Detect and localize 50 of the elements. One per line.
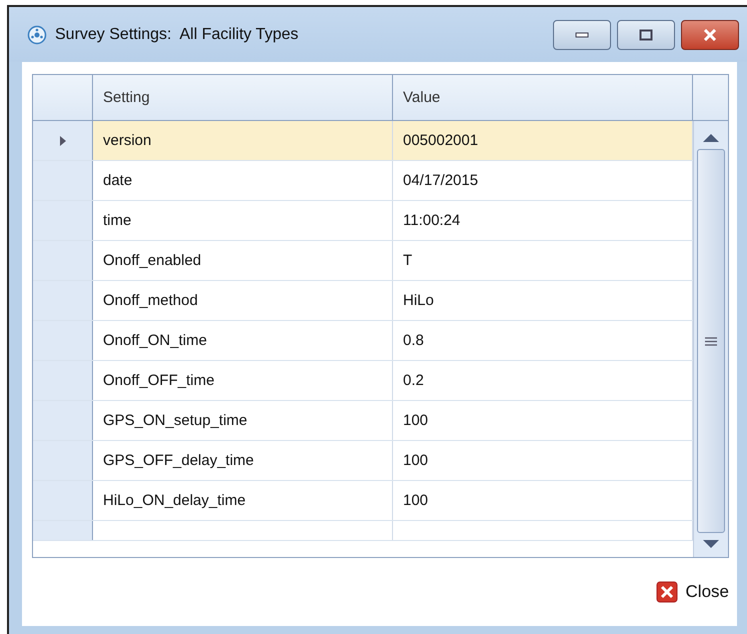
table-row[interactable]: version 005002001 <box>33 121 693 161</box>
table-row[interactable]: date 04/17/2015 <box>33 161 693 201</box>
vertical-scrollbar[interactable] <box>693 121 728 557</box>
maximize-button[interactable] <box>617 20 675 50</box>
table-cell: Onoff_method <box>93 281 393 320</box>
maximize-icon <box>639 28 653 40</box>
column-header[interactable]: Setting <box>93 75 393 120</box>
table-cell: GPS_ON_setup_time <box>93 401 393 440</box>
row-header[interactable] <box>33 321 93 360</box>
row-header[interactable] <box>33 241 93 280</box>
row-header[interactable] <box>33 481 93 520</box>
row-header[interactable] <box>33 201 93 240</box>
table-cell: time <box>93 201 393 240</box>
table-row[interactable]: Onoff_method HiLo <box>33 281 693 321</box>
table-cell: date <box>93 161 393 200</box>
table-row[interactable]: time 11:00:24 <box>33 201 693 241</box>
app-icon <box>27 24 47 44</box>
table-row[interactable]: HiLo_ON_delay_time 100 <box>33 481 693 521</box>
column-header[interactable]: Value <box>393 75 693 120</box>
table-cell: GPS_OFF_delay_time <box>93 441 393 480</box>
current-row-icon <box>60 136 66 146</box>
partial-table-row[interactable] <box>33 521 693 541</box>
table-row[interactable]: GPS_OFF_delay_time 100 <box>33 441 693 481</box>
row-header[interactable] <box>33 121 93 160</box>
close-window-button[interactable] <box>681 20 739 50</box>
grip-icon <box>705 336 717 346</box>
scroll-down-icon[interactable] <box>703 539 719 549</box>
table-cell: Onoff_enabled <box>93 241 393 280</box>
row-header[interactable] <box>33 281 93 320</box>
close-button[interactable]: Close <box>656 579 729 605</box>
table-cell: HiLo_ON_delay_time <box>93 481 393 520</box>
row-header[interactable] <box>33 441 93 480</box>
table-row[interactable]: GPS_ON_setup_time 100 <box>33 401 693 441</box>
table-row[interactable]: Onoff_OFF_time 0.2 <box>33 361 693 401</box>
row-header[interactable] <box>33 401 93 440</box>
window-title: Survey Settings: All Facility Types <box>55 26 300 44</box>
minimize-button[interactable] <box>553 20 611 50</box>
row-header[interactable] <box>33 361 93 400</box>
minimize-icon <box>575 32 589 38</box>
close-icon <box>656 581 678 603</box>
table-cell: Onoff_ON_time <box>93 321 393 360</box>
table-row[interactable]: Onoff_ON_time 0.8 <box>33 321 693 361</box>
table-row[interactable]: Onoff_enabled T <box>33 241 693 281</box>
scroll-up-icon[interactable] <box>703 133 719 143</box>
close-icon <box>703 28 717 40</box>
table-cell: 005002001 <box>393 121 693 160</box>
scroll-thumb[interactable] <box>697 149 725 533</box>
table-cell: version <box>93 121 393 160</box>
table-cell: Onoff_OFF_time <box>93 361 393 400</box>
row-header[interactable] <box>33 161 93 200</box>
